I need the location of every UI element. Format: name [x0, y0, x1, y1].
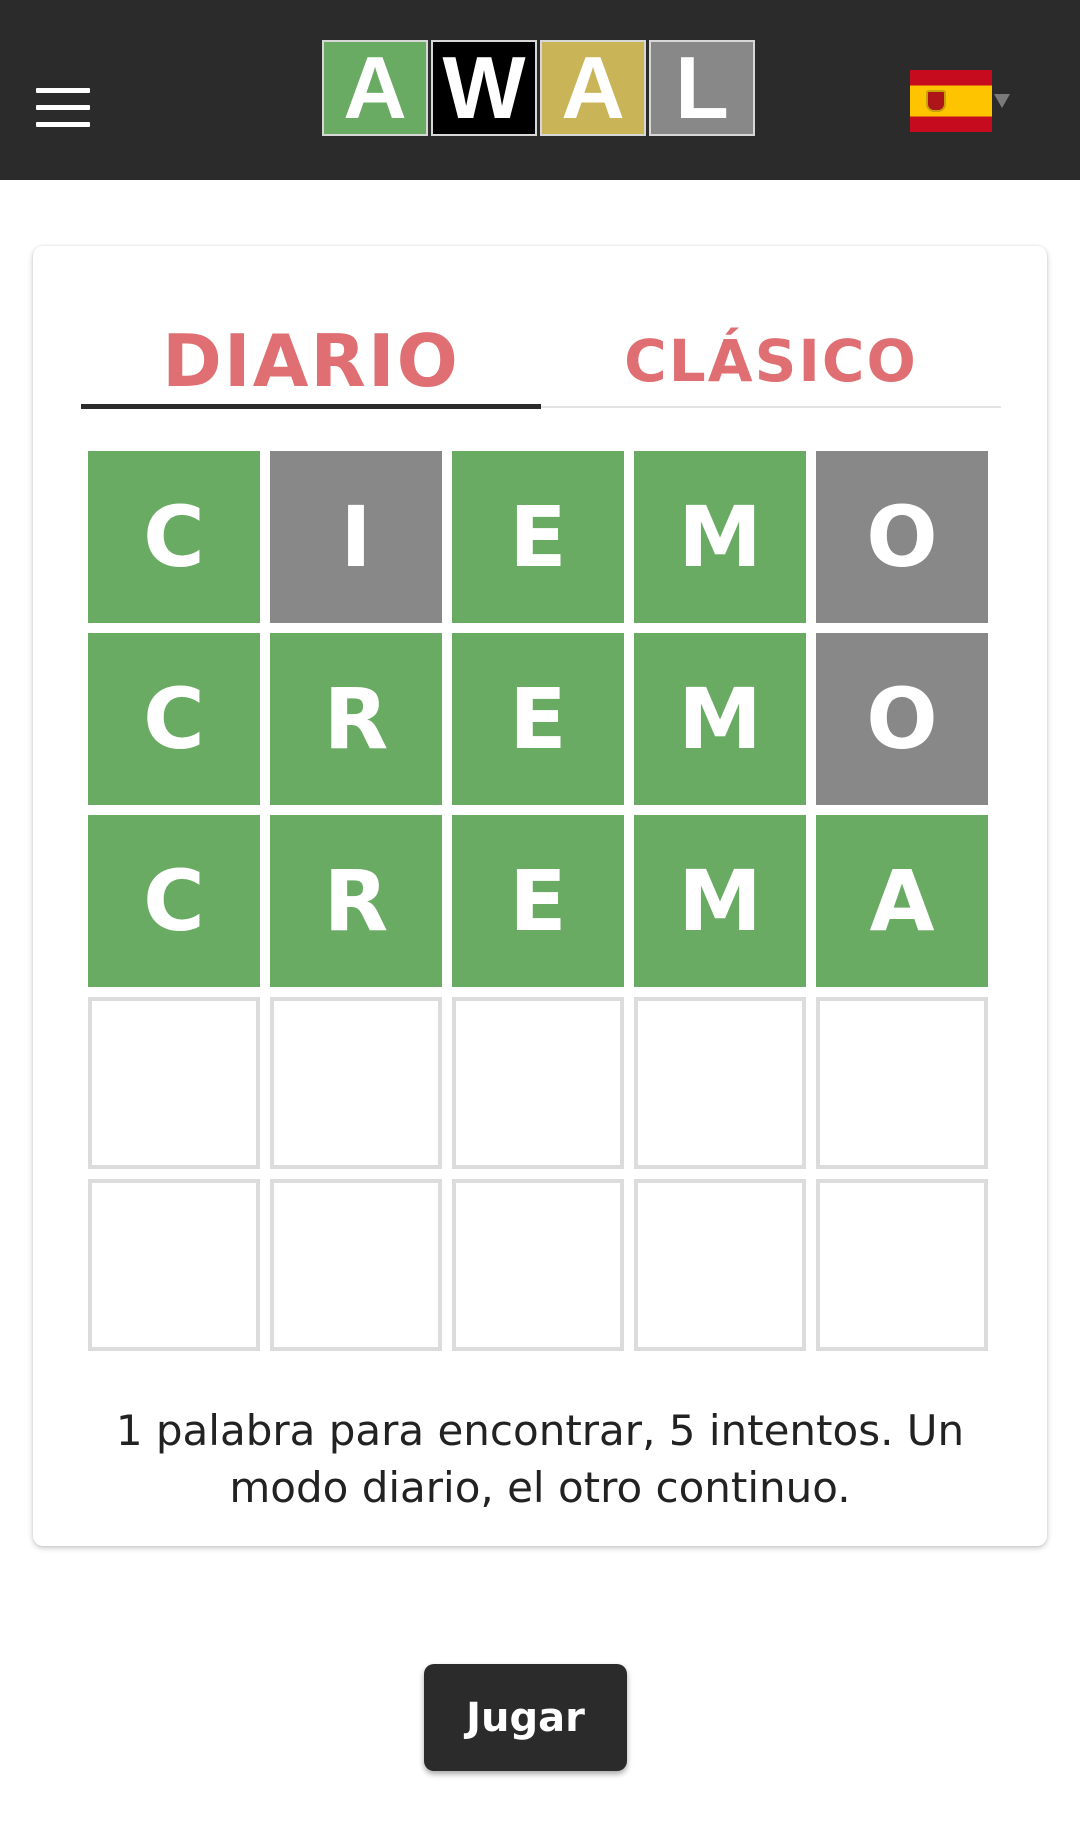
letter-tile: R	[270, 815, 442, 987]
hamburger-menu-icon[interactable]	[36, 88, 90, 128]
logo-tile: A	[322, 38, 428, 137]
letter-tile: C	[88, 451, 260, 623]
menu-line	[36, 105, 90, 110]
empty-tile	[270, 1179, 442, 1351]
empty-tile	[452, 1179, 624, 1351]
language-selector[interactable]	[910, 70, 1010, 132]
menu-line	[36, 88, 90, 93]
chevron-down-icon	[994, 94, 1010, 108]
coat-of-arms	[926, 90, 946, 112]
letter-tile: A	[816, 815, 988, 987]
empty-tile	[88, 997, 260, 1169]
letter-tile: E	[452, 633, 624, 805]
letter-tile: C	[88, 815, 260, 987]
tab-clasico[interactable]: CLÁSICO	[541, 316, 1001, 406]
empty-tile	[270, 997, 442, 1169]
letter-tile: M	[634, 815, 806, 987]
letter-tile: E	[452, 451, 624, 623]
letter-tile: R	[270, 633, 442, 805]
game-card: DIARIO CLÁSICO CIEMOCREMOCREMA 1 palabra…	[33, 246, 1047, 1546]
letter-tile: E	[452, 815, 624, 987]
letter-tile: I	[270, 451, 442, 623]
letter-tile: M	[634, 633, 806, 805]
empty-tile	[816, 1179, 988, 1351]
empty-tile	[816, 997, 988, 1169]
empty-tile	[88, 1179, 260, 1351]
letter-tile: C	[88, 633, 260, 805]
menu-line	[36, 122, 90, 127]
example-board: CIEMOCREMOCREMA	[88, 451, 992, 1351]
logo-tile: W	[431, 38, 537, 137]
tab-diario[interactable]: DIARIO	[81, 316, 541, 409]
letter-tile: O	[816, 451, 988, 623]
top-bar: A W A L	[0, 0, 1080, 180]
letter-tile: O	[816, 633, 988, 805]
empty-tile	[452, 997, 624, 1169]
logo-tile: L	[649, 38, 755, 137]
letter-tile: M	[634, 451, 806, 623]
game-description: 1 palabra para encontrar, 5 intentos. Un…	[115, 1406, 965, 1512]
mode-tabs: DIARIO CLÁSICO	[81, 316, 1001, 409]
empty-tile	[634, 1179, 806, 1351]
logo-tile: A	[540, 38, 646, 137]
play-button[interactable]: Jugar	[424, 1664, 627, 1771]
app-logo[interactable]: A W A L	[322, 38, 755, 137]
empty-tile	[634, 997, 806, 1169]
spain-flag-icon	[910, 70, 992, 132]
